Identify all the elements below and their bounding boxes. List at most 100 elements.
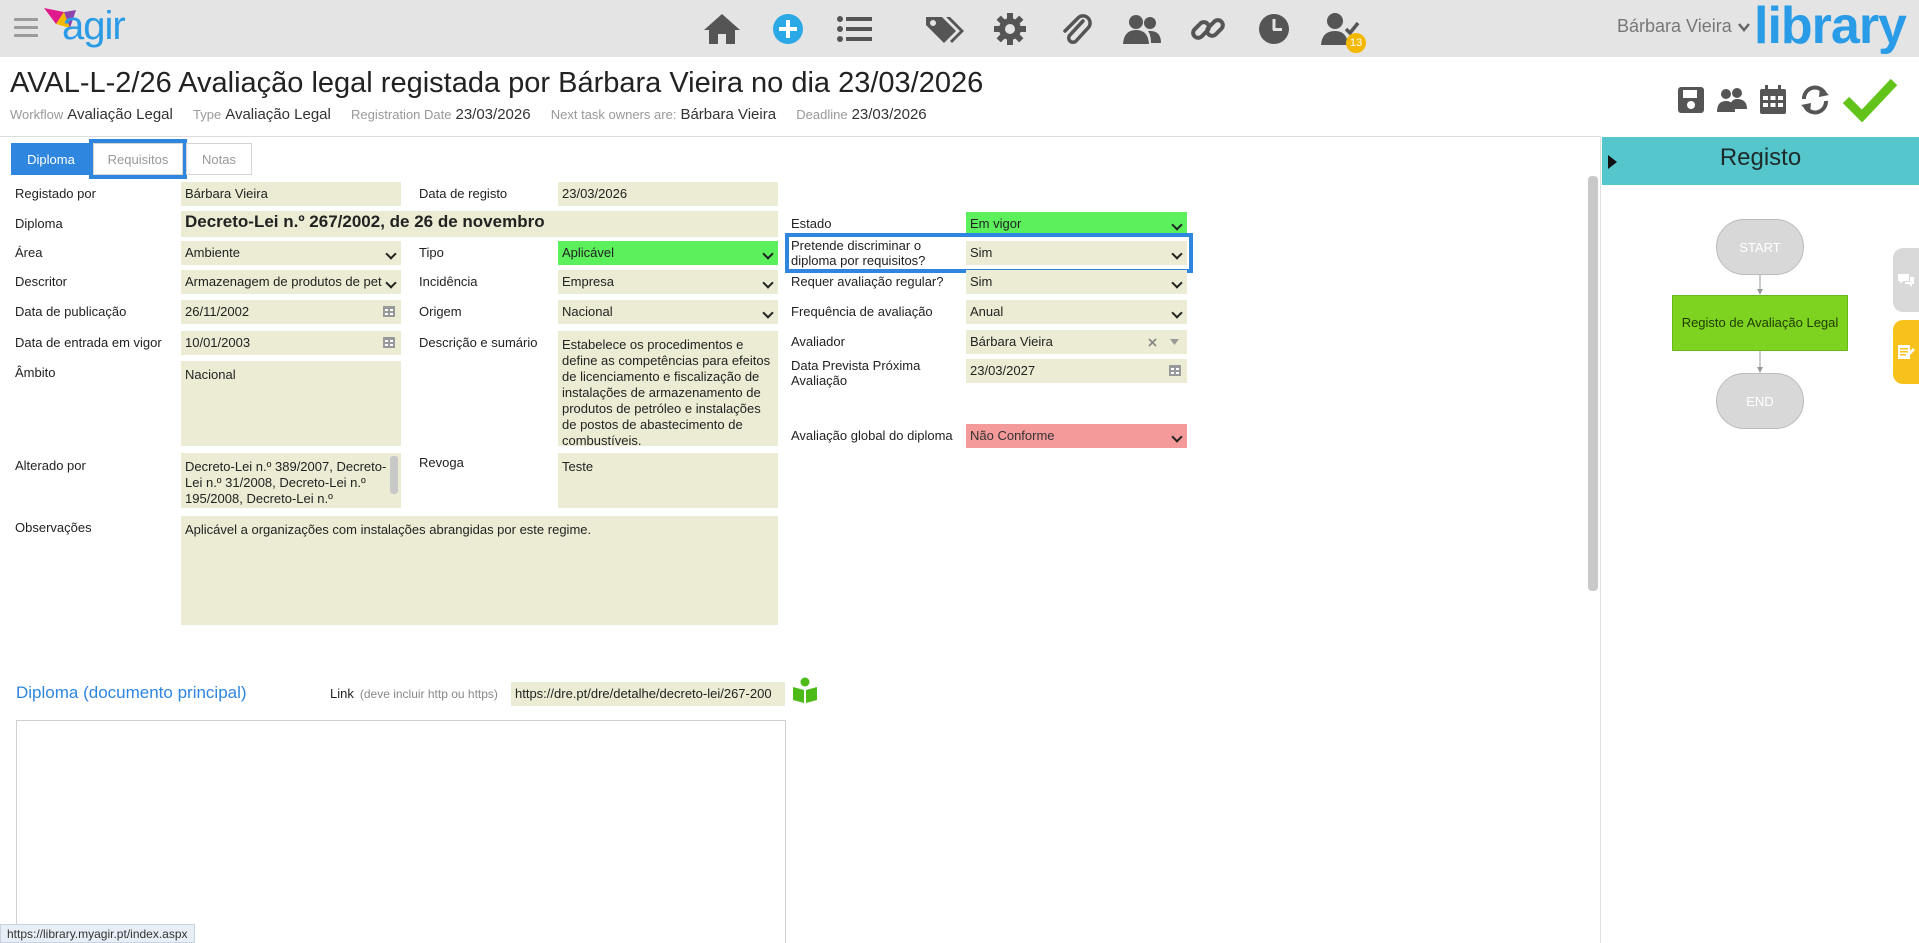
main-scrollbar[interactable] [1588, 176, 1598, 591]
workflow-label: Workflow [10, 107, 64, 122]
hamburger-menu-icon[interactable] [14, 18, 38, 38]
requer-select[interactable]: Sim [966, 270, 1187, 294]
revoga-label: Revoga [419, 455, 464, 470]
ambito-field[interactable]: Nacional [181, 361, 401, 446]
dropdown-arrow-icon[interactable] [1170, 339, 1179, 345]
chevron-down-icon [1737, 22, 1750, 32]
workflow-task-node[interactable]: Registo de Avaliação Legal [1672, 295, 1848, 351]
page-title: AVAL-L-2/26 Avaliação legal registada po… [10, 67, 984, 99]
tags-icon[interactable] [922, 9, 966, 49]
descritor-select[interactable]: Armazenagem de produtos de pet [181, 270, 401, 294]
tab-requisitos[interactable]: Requisitos [89, 139, 187, 179]
data-publicacao-field[interactable]: 26/11/2002 [181, 300, 401, 324]
avaliador-label: Avaliador [791, 334, 845, 349]
status-bar-url: https://library.myagir.pt/index.aspx [0, 924, 195, 943]
team-icon[interactable] [1716, 85, 1748, 115]
area-select[interactable]: Ambiente [181, 241, 401, 265]
revoga-field[interactable]: Teste [558, 453, 778, 508]
data-registo-field[interactable]: 23/03/2026 [558, 182, 778, 206]
clear-icon[interactable] [1148, 338, 1157, 347]
observacoes-label: Observações [15, 520, 92, 535]
list-icon[interactable] [832, 9, 876, 49]
open-book-icon[interactable] [791, 676, 819, 704]
user-name: Bárbara Vieira [1617, 16, 1732, 36]
check-icon[interactable] [1842, 78, 1898, 122]
agir-logo-text: agir [62, 4, 126, 48]
chat-icon [1898, 274, 1914, 287]
discriminar-select[interactable]: Sim [966, 241, 1187, 265]
save-icon[interactable] [1676, 85, 1706, 115]
workflow-end-node[interactable]: END [1716, 373, 1804, 429]
link-icon[interactable] [1186, 9, 1230, 49]
gear-icon[interactable] [988, 9, 1032, 49]
descricao-field[interactable]: Estabelece os procedimentos e define as … [558, 331, 778, 446]
side-tab-comments[interactable] [1893, 248, 1919, 312]
area-label: Área [15, 245, 43, 260]
discriminar-label: Pretende discriminar o diploma por requi… [791, 238, 926, 268]
data-registo-label: Data de registo [419, 186, 508, 201]
alterado-por-scrollbar[interactable] [390, 456, 398, 494]
requer-label: Requer avaliação regular? [791, 274, 944, 289]
header-divider [0, 136, 1600, 137]
link-input[interactable]: https://dre.pt/dre/detalhe/decreto-lei/2… [511, 682, 785, 706]
incidencia-select[interactable]: Empresa [558, 270, 778, 294]
paperclip-icon[interactable] [1054, 9, 1098, 49]
document-viewer[interactable] [16, 720, 786, 943]
origem-label: Origem [419, 304, 462, 319]
tab-notas[interactable]: Notas [186, 143, 252, 175]
next-owners-value: Bárbara Vieira [680, 106, 777, 123]
record-actions [1676, 78, 1908, 122]
add-icon[interactable] [766, 9, 810, 49]
data-prevista-label: Data Prevista Próxima Avaliação [791, 358, 921, 388]
data-entrada-label: Data de entrada em vigor [15, 335, 162, 350]
deadline-value: 23/03/2026 [851, 106, 927, 123]
calendar-icon[interactable] [1169, 364, 1181, 376]
origem-select[interactable]: Nacional [558, 300, 778, 324]
avaliacao-global-select[interactable]: Não Conforme [966, 424, 1187, 448]
type-value: Avaliação Legal [225, 106, 331, 123]
data-publicacao-label: Data de publicação [15, 304, 127, 319]
users-icon[interactable] [1120, 9, 1164, 49]
link-label-text: Link [330, 686, 354, 701]
tab-diploma[interactable]: Diploma [11, 143, 91, 175]
frequencia-label: Frequência de avaliação [791, 304, 933, 319]
workflow-value: Avaliação Legal [67, 106, 173, 123]
diploma-label: Diploma [15, 216, 63, 231]
calendar-icon[interactable] [383, 305, 395, 317]
library-brand-logo: library [1754, 0, 1907, 55]
avaliador-value: Bárbara Vieira [970, 334, 1053, 349]
data-publicacao-value: 26/11/2002 [185, 304, 250, 319]
workflow-panel-title: Registo [1719, 144, 1802, 171]
avaliador-select[interactable]: Bárbara Vieira [966, 330, 1187, 354]
panel-divider [1600, 137, 1601, 943]
calendar-icon[interactable] [1758, 84, 1788, 116]
workflow-start-node[interactable]: START [1716, 219, 1804, 275]
top-navigation-bar: agir 13 Bárbara Vieira library [0, 0, 1919, 57]
calendar-icon[interactable] [383, 336, 395, 348]
note-edit-icon [1898, 345, 1915, 359]
refresh-icon[interactable] [1798, 83, 1832, 117]
data-prevista-value: 23/03/2027 [970, 363, 1036, 378]
registado-por-field[interactable]: Bárbara Vieira [181, 182, 401, 206]
user-menu[interactable]: Bárbara Vieira [1617, 16, 1750, 37]
workflow-connector [1757, 275, 1763, 295]
alterado-por-field[interactable]: Decreto-Lei n.º 389/2007, Decreto-Lei n.… [181, 453, 401, 508]
main-nav-icons: 13 [700, 8, 1384, 53]
data-entrada-field[interactable]: 10/01/2003 [181, 331, 401, 355]
data-entrada-value: 10/01/2003 [185, 335, 251, 350]
deadline-label: Deadline [796, 107, 848, 122]
frequencia-select[interactable]: Anual [966, 300, 1187, 324]
user-check-icon[interactable]: 13 [1318, 9, 1366, 53]
record-meta: Workflow Avaliação Legal Type Avaliação Le… [10, 106, 943, 123]
ambito-label: Âmbito [15, 365, 56, 380]
registration-date-label: Registration Date [351, 107, 452, 122]
clock-icon[interactable] [1252, 9, 1296, 49]
observacoes-field[interactable]: Aplicável a organizações com instalações… [181, 516, 778, 625]
tipo-select[interactable]: Aplicável [558, 241, 778, 265]
link-label: Link (deve incluir http ou https) [330, 686, 498, 701]
home-icon[interactable] [700, 9, 744, 49]
data-prevista-field[interactable]: 23/03/2027 [966, 359, 1187, 383]
side-tab-notes[interactable] [1893, 320, 1919, 384]
diploma-field[interactable]: Decreto-Lei n.º 267/2002, de 26 de novem… [181, 211, 778, 237]
avaliacao-global-label: Avaliação global do diploma [791, 428, 953, 443]
